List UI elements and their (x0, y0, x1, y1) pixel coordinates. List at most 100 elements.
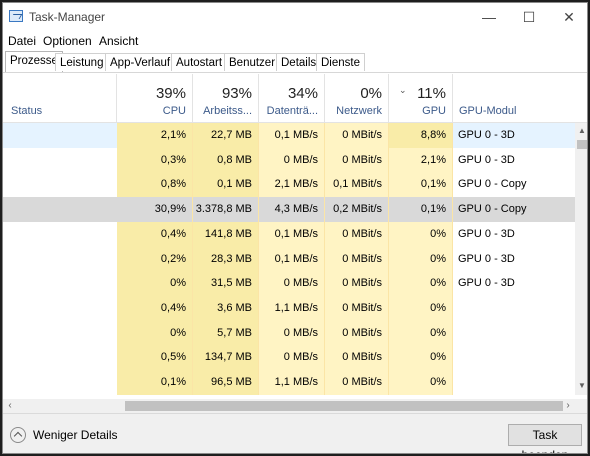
header-network-percent: 0% (360, 85, 382, 102)
cell-disk: 1,1 MB/s (259, 295, 325, 321)
cell-disk: 4,3 MB/s (259, 197, 325, 223)
tab-app-verlauf[interactable]: App-Verlauf (105, 53, 176, 71)
scroll-up-icon[interactable]: ▲ (577, 126, 587, 138)
header-status[interactable]: Status (3, 74, 117, 122)
cell-disk: 0,1 MB/s (259, 123, 325, 148)
cell-network: 0,2 MBit/s (325, 197, 389, 223)
header-memory-percent: 93% (221, 85, 252, 102)
tab-details[interactable]: Details (276, 53, 322, 71)
header-network-label: Netzwerk (336, 105, 382, 117)
cell-cpu: 0% (117, 271, 193, 297)
table-row[interactable]: 0% 31,5 MB 0 MB/s 0 MBit/s 0% GPU 0 - 3D (3, 271, 575, 297)
scroll-left-icon[interactable]: ‹ (3, 399, 17, 413)
tab-bar: Prozesse Leistung App-Verlauf Autostart … (3, 51, 587, 73)
vertical-scroll-thumb[interactable] (577, 140, 587, 149)
cell-memory: 96,5 MB (193, 370, 259, 395)
menu-optionen[interactable]: Optionen (43, 34, 92, 48)
header-gpu-label: GPU (422, 105, 446, 117)
header-cpu[interactable]: 39% CPU (117, 74, 193, 122)
title-bar[interactable]: Task-Manager — ☐ ✕ (3, 3, 587, 31)
cell-memory: 28,3 MB (193, 246, 259, 272)
table-row[interactable]: 0,5% 134,7 MB 0 MB/s 0 MBit/s 0% (3, 345, 575, 371)
table-row[interactable]: 0,8% 0,1 MB 2,1 MB/s 0,1 MBit/s 0,1% GPU 0 - … (3, 172, 575, 198)
table-row[interactable]: 0,2% 28,3 MB 0,1 MB/s 0 MBit/s 0% GPU 0 - 3D (3, 246, 575, 272)
cell-memory: 22,7 MB (193, 123, 259, 148)
cell-network: 0 MBit/s (325, 295, 389, 321)
header-cpu-label: CPU (162, 105, 186, 117)
close-button[interactable]: ✕ (549, 3, 587, 31)
horizontal-scroll-thumb[interactable] (125, 401, 563, 411)
cell-gpu: 0% (389, 345, 453, 371)
cell-memory: 31,5 MB (193, 271, 259, 297)
header-network[interactable]: 0% Netzwerk (325, 74, 389, 122)
tab-leistung[interactable]: Leistung (55, 53, 109, 71)
header-status-label: Status (11, 105, 43, 117)
header-memory-label: Arbeitss... (203, 105, 252, 117)
cell-memory: 134,7 MB (193, 345, 259, 371)
cell-network: 0 MBit/s (325, 123, 389, 148)
cell-cpu: 2,1% (117, 123, 193, 148)
cell-network: 0,1 MBit/s (325, 172, 389, 198)
minimize-button[interactable]: — (469, 3, 509, 31)
cell-network: 0 MBit/s (325, 345, 389, 371)
vertical-scrollbar[interactable]: ▲ ▼ (575, 123, 587, 395)
cell-gpu-engine (453, 345, 575, 370)
cell-gpu: 0% (389, 370, 453, 395)
cell-disk: 0,1 MB/s (259, 246, 325, 272)
menu-datei[interactable]: Datei (8, 34, 36, 48)
cell-gpu: 0,1% (389, 197, 453, 223)
cell-cpu: 0,8% (117, 172, 193, 198)
cell-disk: 2,1 MB/s (259, 172, 325, 198)
table-row[interactable]: 30,9% 3.378,8 MB 4,3 MB/s 0,2 MBit/s 0,1% GPU… (3, 197, 575, 223)
menu-ansicht[interactable]: Ansicht (99, 34, 138, 48)
table-row[interactable]: 0,4% 141,8 MB 0,1 MB/s 0 MBit/s 0% GPU 0 - 3D (3, 221, 575, 247)
table-row[interactable]: 2,1% 22,7 MB 0,1 MB/s 0 MBit/s 8,8% GPU 0 - 3… (3, 123, 575, 148)
less-details-link[interactable]: Weniger Details (33, 428, 117, 442)
cell-gpu-engine: GPU 0 - 3D (458, 153, 515, 166)
header-gpu-engine[interactable]: GPU-Modul (453, 74, 575, 122)
header-disk[interactable]: 34% Datenträ... (259, 74, 325, 122)
maximize-button[interactable]: ☐ (509, 3, 549, 31)
tab-dienste[interactable]: Dienste (316, 53, 365, 71)
cell-gpu: 0% (389, 295, 453, 321)
cell-cpu: 0,5% (117, 345, 193, 371)
cell-disk: 0 MB/s (259, 147, 325, 173)
cell-network: 0 MBit/s (325, 221, 389, 247)
tab-benutzer[interactable]: Benutzer (224, 53, 281, 71)
table-row[interactable]: 0,3% 0,8 MB 0 MB/s 0 MBit/s 2,1% GPU 0 - 3D (3, 147, 575, 173)
cell-disk: 0 MB/s (259, 345, 325, 371)
column-header-row: Status 39% CPU 93% Arbeitss... 34% Daten… (3, 74, 587, 123)
scroll-down-icon[interactable]: ▼ (577, 381, 587, 393)
cell-network: 0 MBit/s (325, 271, 389, 297)
table-row[interactable]: 0,1% 96,5 MB 1,1 MB/s 0 MBit/s 0% (3, 370, 575, 395)
header-disk-label: Datenträ... (266, 105, 318, 117)
cell-network: 0 MBit/s (325, 147, 389, 173)
cell-gpu-engine: GPU 0 - 3D (458, 252, 515, 265)
cell-gpu-engine: GPU 0 - Copy (458, 178, 527, 191)
cell-gpu-engine: GPU 0 - 3D (458, 227, 515, 240)
cell-gpu: 0% (389, 221, 453, 247)
cell-memory: 0,8 MB (193, 147, 259, 173)
cell-memory: 3,6 MB (193, 295, 259, 321)
horizontal-scrollbar[interactable]: ‹ › (3, 399, 587, 413)
collapse-details-icon[interactable] (10, 427, 26, 443)
tab-autostart[interactable]: Autostart (171, 53, 228, 71)
header-gpu[interactable]: ⌄ 11% GPU (389, 74, 453, 122)
end-task-button[interactable]: Task beenden (508, 424, 582, 453)
scroll-right-icon[interactable]: › (561, 399, 575, 413)
header-memory[interactable]: 93% Arbeitss... (193, 74, 259, 122)
cell-gpu: 0,1% (389, 172, 453, 198)
cell-cpu: 30,9% (117, 197, 193, 223)
table-row[interactable]: 0,4% 3,6 MB 1,1 MB/s 0 MBit/s 0% (3, 295, 575, 321)
menu-bar: Datei Optionen Ansicht (3, 31, 587, 51)
cell-network: 0 MBit/s (325, 246, 389, 272)
sort-descending-icon: ⌄ (399, 85, 407, 95)
cell-disk: 0 MB/s (259, 320, 325, 346)
cell-cpu: 0,2% (117, 246, 193, 272)
cell-memory: 0,1 MB (193, 172, 259, 198)
cell-memory: 5,7 MB (193, 320, 259, 346)
header-gpu-engine-label: GPU-Modul (459, 105, 517, 117)
task-manager-app-icon (9, 10, 23, 22)
table-row[interactable]: 0% 5,7 MB 0 MB/s 0 MBit/s 0% (3, 320, 575, 346)
cell-cpu: 0,3% (117, 147, 193, 173)
